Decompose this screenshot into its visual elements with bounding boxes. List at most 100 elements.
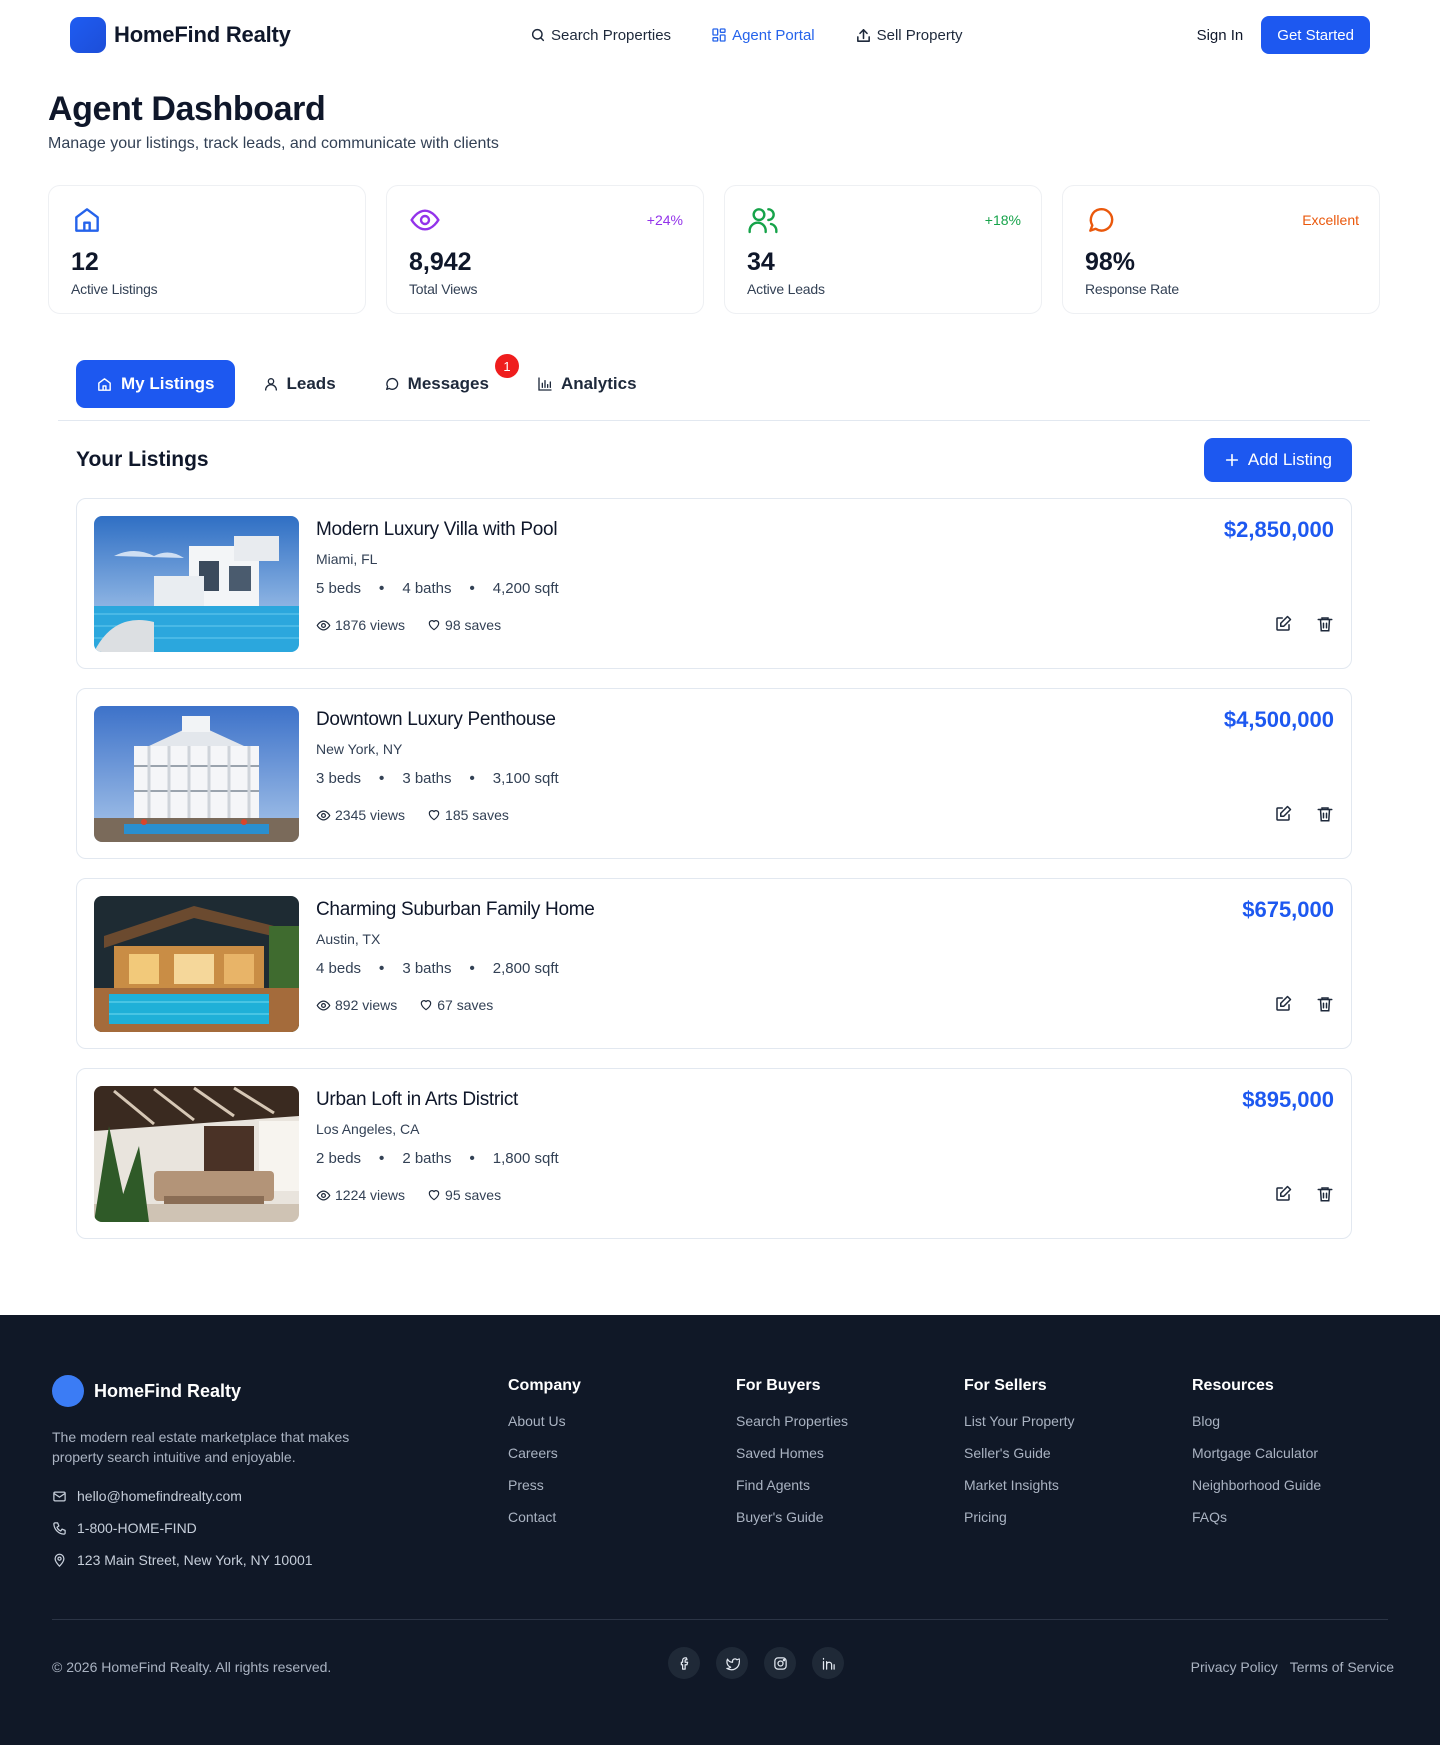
trash-icon[interactable]	[1316, 805, 1334, 823]
edit-icon[interactable]	[1274, 615, 1292, 633]
tab-label: Analytics	[560, 374, 637, 393]
stat-label: Active Leads	[747, 281, 825, 297]
listing-photo	[94, 1086, 299, 1222]
phone-text: 1-800-HOME-FIND	[77, 1520, 197, 1536]
nav-sell-property[interactable]: Sell Property	[855, 27, 963, 44]
footer-link[interactable]: Mortgage Calculator	[1192, 1445, 1321, 1463]
heart-icon	[421, 1000, 432, 1011]
trash-icon[interactable]	[1316, 995, 1334, 1013]
listing-sqft: 4,200 sqft	[492, 580, 559, 597]
saves-count: 185 saves	[445, 807, 509, 823]
footer-link[interactable]: Market Insights	[964, 1477, 1075, 1495]
footer-link[interactable]: Pricing	[964, 1509, 1075, 1527]
footer-link[interactable]: Search Properties	[736, 1413, 848, 1431]
eye-icon	[410, 209, 440, 231]
tab-leads[interactable]: Leads	[243, 360, 356, 408]
listing-price: $895,000	[1242, 1087, 1334, 1112]
listing-info: Modern Luxury Villa with Pool Miami, FL …	[316, 519, 559, 633]
tab-label: My Listings	[121, 374, 215, 393]
stat-trend: Excellent	[1302, 212, 1359, 228]
listing-baths: 2 baths	[402, 1150, 452, 1167]
tab-list: My Listings Leads Messages 1 Analytics	[58, 354, 1370, 408]
listing-beds: 5 beds	[316, 580, 362, 597]
edit-icon[interactable]	[1274, 805, 1292, 823]
tab-label: Messages	[407, 374, 489, 393]
separator-dot: •	[469, 960, 475, 977]
listing-card[interactable]: Downtown Luxury Penthouse New York, NY 3…	[76, 688, 1352, 859]
listing-title[interactable]: Urban Loft in Arts District	[316, 1089, 559, 1111]
footer-column-company: Company About Us Careers Press Contact	[508, 1377, 581, 1541]
listing-title[interactable]: Downtown Luxury Penthouse	[316, 709, 559, 731]
nav-label: Agent Portal	[732, 26, 815, 44]
footer-link[interactable]: About Us	[508, 1413, 581, 1431]
footer-link[interactable]: Blog	[1192, 1413, 1321, 1431]
listings-header: Your Listings Add Listing	[76, 438, 1352, 482]
footer-link[interactable]: Saved Homes	[736, 1445, 848, 1463]
listing-photo	[94, 516, 299, 652]
eye-icon	[316, 999, 331, 1011]
footer-column-buyers: For Buyers Search Properties Saved Homes…	[736, 1377, 848, 1541]
privacy-policy-link[interactable]: Privacy Policy	[1191, 1659, 1278, 1675]
site-footer: HomeFind Realty The modern real estate m…	[0, 1315, 1440, 1745]
footer-link[interactable]: Press	[508, 1477, 581, 1495]
heart-icon	[428, 1190, 440, 1201]
footer-link[interactable]: Neighborhood Guide	[1192, 1477, 1321, 1495]
stat-value: 12	[71, 248, 99, 276]
nav-agent-portal[interactable]: Agent Portal	[711, 27, 815, 44]
footer-link[interactable]: Seller's Guide	[964, 1445, 1075, 1463]
listing-info: Urban Loft in Arts District Los Angeles,…	[316, 1089, 559, 1203]
sign-in-link[interactable]: Sign In	[1197, 27, 1244, 44]
twitter-link[interactable]	[716, 1647, 748, 1679]
terms-of-service-link[interactable]: Terms of Service	[1290, 1659, 1394, 1675]
separator-dot: •	[379, 770, 385, 787]
footer-address: 123 Main Street, New York, NY 10001	[52, 1551, 313, 1569]
listing-baths: 3 baths	[402, 770, 452, 787]
footer-link[interactable]: List Your Property	[964, 1413, 1075, 1431]
linkedin-icon	[822, 1657, 835, 1670]
linkedin-link[interactable]	[812, 1647, 844, 1679]
saves-metric: 185 saves	[427, 807, 509, 823]
separator-dot: •	[469, 770, 475, 787]
top-navbar: HomeFind Realty Search Properties Agent …	[0, 0, 1440, 70]
tab-my-listings[interactable]: My Listings	[76, 360, 235, 408]
listing-sqft: 3,100 sqft	[492, 770, 559, 787]
footer-link[interactable]: Find Agents	[736, 1477, 848, 1495]
add-listing-button[interactable]: Add Listing	[1203, 438, 1352, 482]
views-metric: 892 views	[316, 997, 397, 1013]
brand-logo[interactable]: HomeFind Realty	[70, 17, 291, 53]
views-count: 892 views	[335, 997, 398, 1013]
footer-link[interactable]: FAQs	[1192, 1509, 1321, 1527]
views-metric: 1224 views	[316, 1187, 405, 1203]
trash-icon[interactable]	[1316, 1185, 1334, 1203]
listing-sqft: 1,800 sqft	[492, 1150, 559, 1167]
listing-card[interactable]: Charming Suburban Family Home Austin, TX…	[76, 878, 1352, 1049]
facebook-link[interactable]	[668, 1647, 700, 1679]
tab-analytics[interactable]: Analytics	[517, 360, 657, 408]
footer-contacts: hello@homefindrealty.com 1-800-HOME-FIND…	[52, 1487, 313, 1569]
trash-icon[interactable]	[1316, 615, 1334, 633]
edit-icon[interactable]	[1274, 1185, 1292, 1203]
footer-column-sellers: For Sellers List Your Property Seller's …	[964, 1377, 1075, 1541]
listing-title[interactable]: Charming Suburban Family Home	[316, 899, 595, 921]
footer-link[interactable]: Careers	[508, 1445, 581, 1463]
listing-price: $2,850,000	[1223, 517, 1334, 542]
listing-actions	[1274, 995, 1334, 1013]
footer-brand[interactable]: HomeFind Realty	[52, 1375, 241, 1407]
nav-search-properties[interactable]: Search Properties	[530, 27, 671, 44]
map-pin-icon	[54, 1553, 65, 1567]
get-started-button[interactable]: Get Started	[1261, 16, 1370, 54]
listing-specs: 5 beds • 4 baths • 4,200 sqft	[316, 580, 559, 597]
footer-link[interactable]: Buyer's Guide	[736, 1509, 848, 1527]
listing-card[interactable]: Modern Luxury Villa with Pool Miami, FL …	[76, 498, 1352, 669]
footer-phone[interactable]: 1-800-HOME-FIND	[52, 1519, 313, 1537]
footer-email[interactable]: hello@homefindrealty.com	[52, 1487, 313, 1505]
page-heading: Agent Dashboard Manage your listings, tr…	[0, 70, 1440, 153]
listing-beds: 3 beds	[316, 770, 362, 787]
footer-link[interactable]: Contact	[508, 1509, 581, 1527]
instagram-link[interactable]	[764, 1647, 796, 1679]
views-count: 1876 views	[335, 617, 406, 633]
tab-messages[interactable]: Messages 1	[364, 354, 519, 408]
listing-title[interactable]: Modern Luxury Villa with Pool	[316, 519, 559, 541]
edit-icon[interactable]	[1274, 995, 1292, 1013]
listing-card[interactable]: Urban Loft in Arts District Los Angeles,…	[76, 1068, 1352, 1239]
